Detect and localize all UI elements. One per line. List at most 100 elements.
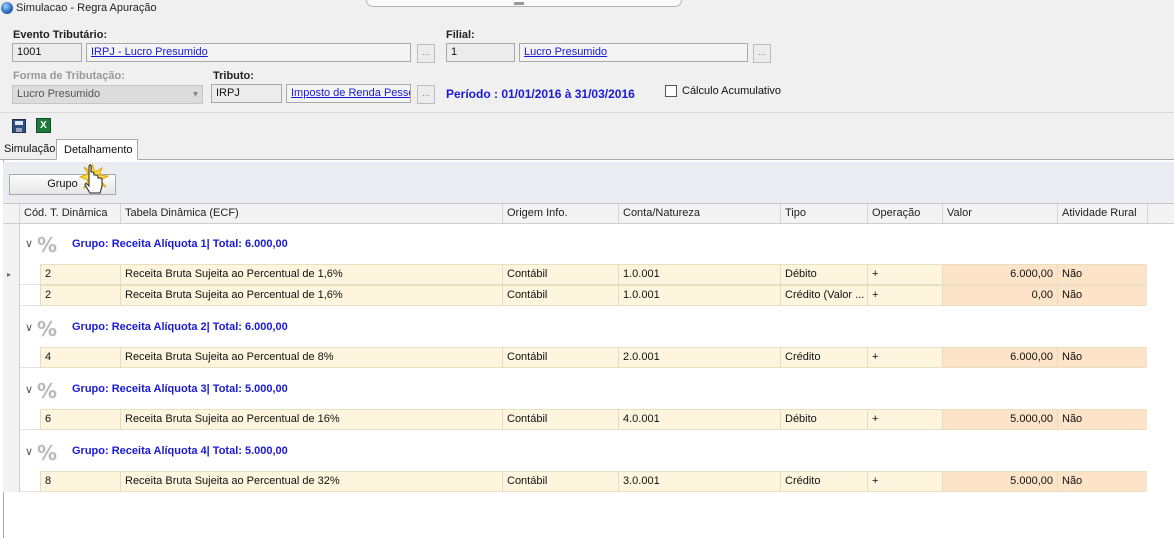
cell-valor: 5.000,00 <box>942 410 1057 429</box>
column-header-operacao[interactable]: Operação <box>867 204 942 224</box>
cell-cod: 8 <box>40 472 120 491</box>
cell-operacao: + <box>867 348 942 367</box>
cell-tipo: Débito <box>780 410 867 429</box>
column-header-tabela[interactable]: Tabela Dinâmica (ECF) <box>120 204 502 224</box>
forma-label: Forma de Tributação: <box>13 70 125 82</box>
chevron-down-icon[interactable]: ∨ <box>25 321 33 334</box>
filial-desc-link[interactable]: Lucro Presumido <box>519 43 748 62</box>
table-row[interactable]: 2 Receita Bruta Sujeita ao Percentual de… <box>40 264 1147 285</box>
row-gutter <box>20 264 40 285</box>
tributo-lookup-button[interactable]: ... <box>417 85 435 104</box>
cell-origem: Contábil <box>502 265 618 284</box>
cell-conta: 4.0.001 <box>618 410 780 429</box>
excel-icon[interactable]: X <box>36 118 51 133</box>
hand-cursor-icon <box>78 163 110 194</box>
row-indicator-column <box>3 224 20 492</box>
evento-label: Evento Tributário: <box>13 29 108 41</box>
group-panel <box>3 162 1174 204</box>
cell-origem: Contábil <box>502 348 618 367</box>
periodo-text: Período : 01/01/2016 à 31/03/2016 <box>446 87 635 101</box>
table-row[interactable]: 6 Receita Bruta Sujeita ao Percentual de… <box>40 409 1147 430</box>
column-header-conta[interactable]: Conta/Natureza <box>618 204 780 224</box>
cell-valor: 0,00 <box>942 286 1057 305</box>
cell-rural: Não <box>1057 410 1147 429</box>
cell-rural: Não <box>1057 265 1147 284</box>
tab-detalhamento[interactable]: Detalhamento <box>56 139 138 160</box>
cell-conta: 2.0.001 <box>618 348 780 367</box>
cell-cod: 4 <box>40 348 120 367</box>
cell-tabela: Receita Bruta Sujeita ao Percentual de 1… <box>120 265 502 284</box>
calculo-label: Cálculo Acumulativo <box>682 85 782 97</box>
table-row[interactable]: 4 Receita Bruta Sujeita ao Percentual de… <box>40 347 1147 368</box>
chevron-down-icon[interactable]: ∨ <box>25 237 33 250</box>
tributo-desc-link[interactable]: Imposto de Renda Pessoa <box>286 84 411 103</box>
cell-rural: Não <box>1057 286 1147 305</box>
cell-rural: Não <box>1057 348 1147 367</box>
evento-desc-link[interactable]: IRPJ - Lucro Presumido <box>86 43 411 62</box>
forma-select-value: Lucro Presumido <box>17 88 101 100</box>
evento-lookup-button[interactable]: ... <box>417 44 435 63</box>
column-header-origem[interactable]: Origem Info. <box>502 204 618 224</box>
percent-icon: % <box>37 317 58 341</box>
handle-grip-icon: ▬ <box>514 0 525 8</box>
cell-tabela: Receita Bruta Sujeita ao Percentual de 1… <box>120 410 502 429</box>
window-title: Simulacao - Regra Apuração <box>16 2 157 14</box>
tab-simulacao[interactable]: Simulação <box>0 139 55 160</box>
cell-tabela: Receita Bruta Sujeita ao Percentual de 3… <box>120 472 502 491</box>
chevron-down-icon[interactable]: ∨ <box>25 383 33 396</box>
column-header-filler <box>1147 204 1174 224</box>
chevron-down-icon: ▾ <box>192 89 198 100</box>
save-icon[interactable] <box>12 119 26 133</box>
cell-operacao: + <box>867 472 942 491</box>
filial-code-field[interactable]: 1 <box>446 43 515 62</box>
row-gutter <box>20 285 40 306</box>
tributo-label: Tributo: <box>213 70 254 82</box>
column-header-rural[interactable]: Atividade Rural <box>1057 204 1147 224</box>
cell-cod: 2 <box>40 265 120 284</box>
toolbar <box>0 112 1174 138</box>
cell-valor: 6.000,00 <box>942 265 1057 284</box>
column-header-valor[interactable]: Valor <box>942 204 1057 224</box>
filial-lookup-button[interactable]: ... <box>753 44 771 63</box>
cell-tipo: Débito <box>780 265 867 284</box>
filial-label: Filial: <box>446 29 475 41</box>
cell-tipo: Crédito (Valor ... <box>780 286 867 305</box>
cell-valor: 6.000,00 <box>942 348 1057 367</box>
calculo-checkbox[interactable] <box>665 85 677 97</box>
row-gutter <box>20 471 40 492</box>
row-gutter <box>20 409 40 430</box>
cell-cod: 6 <box>40 410 120 429</box>
row-gutter <box>20 347 40 368</box>
cell-tipo: Crédito <box>780 472 867 491</box>
group-title: Grupo: Receita Alíquota 3| Total: 5.000,… <box>72 383 288 395</box>
table-row[interactable]: 2 Receita Bruta Sujeita ao Percentual de… <box>40 285 1147 306</box>
cell-tabela: Receita Bruta Sujeita ao Percentual de 1… <box>120 286 502 305</box>
group-title: Grupo: Receita Alíquota 1| Total: 6.000,… <box>72 238 288 250</box>
column-header-tipo[interactable]: Tipo <box>780 204 867 224</box>
group-title: Grupo: Receita Alíquota 2| Total: 6.000,… <box>72 321 288 333</box>
column-header-cod[interactable]: Cód. T. Dinâmica <box>19 204 120 224</box>
chevron-down-icon[interactable]: ∨ <box>25 445 33 458</box>
group-title: Grupo: Receita Alíquota 4| Total: 5.000,… <box>72 445 288 457</box>
cell-valor: 5.000,00 <box>942 472 1057 491</box>
cell-conta: 1.0.001 <box>618 286 780 305</box>
tributo-code-field[interactable]: IRPJ <box>211 84 282 103</box>
tab-strip <box>0 138 1174 160</box>
cell-conta: 1.0.001 <box>618 265 780 284</box>
cell-tabela: Receita Bruta Sujeita ao Percentual de 8… <box>120 348 502 367</box>
cell-operacao: + <box>867 265 942 284</box>
cell-conta: 3.0.001 <box>618 472 780 491</box>
cell-origem: Contábil <box>502 410 618 429</box>
cell-origem: Contábil <box>502 472 618 491</box>
row-pointer-icon: ▸ <box>7 270 12 279</box>
percent-icon: % <box>37 379 58 403</box>
forma-select: Lucro Presumido ▾ <box>12 85 203 104</box>
percent-icon: % <box>37 233 58 257</box>
table-row[interactable]: 8 Receita Bruta Sujeita ao Percentual de… <box>40 471 1147 492</box>
app-icon <box>1 2 13 14</box>
cell-tipo: Crédito <box>780 348 867 367</box>
evento-code-field[interactable]: 1001 <box>12 43 82 62</box>
cell-operacao: + <box>867 286 942 305</box>
cell-rural: Não <box>1057 472 1147 491</box>
cell-cod: 2 <box>40 286 120 305</box>
